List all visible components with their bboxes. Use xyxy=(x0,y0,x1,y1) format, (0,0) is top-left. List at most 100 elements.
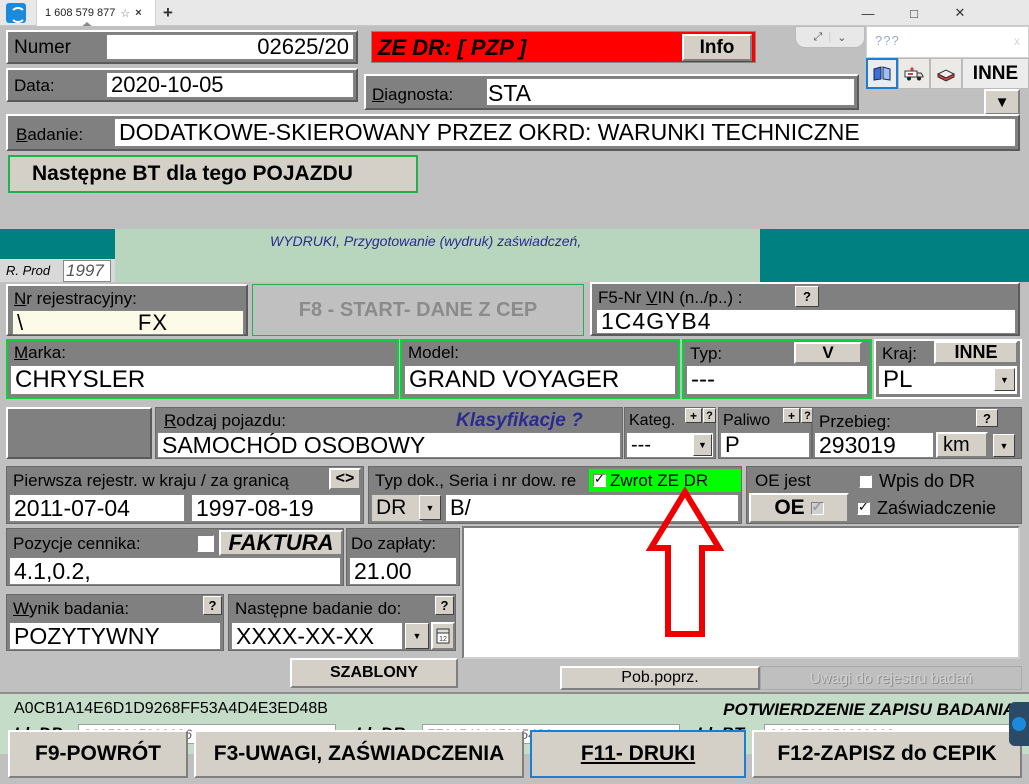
oe-checkbox[interactable] xyxy=(811,502,824,515)
zwrot-checkbox-box[interactable] xyxy=(593,474,606,487)
window-close-button[interactable]: ✕ xyxy=(937,0,983,26)
rprod-value[interactable]: 1997 xyxy=(63,260,111,282)
search-clear-icon[interactable]: x xyxy=(1014,34,1020,48)
close-icon[interactable]: × xyxy=(135,7,141,19)
window-minimize-button[interactable]: — xyxy=(845,0,891,26)
info-button[interactable]: Info xyxy=(682,34,752,61)
uwagi-rejestru-button: Uwagi do rejestru badań xyxy=(760,666,1022,690)
teamviewer-side-icon xyxy=(1012,717,1026,731)
data-input[interactable]: 2020-10-05 xyxy=(106,72,354,98)
kateg-label: Kateg. xyxy=(629,412,675,430)
f9-powrot-button[interactable]: F9-POWRÓT xyxy=(8,730,188,778)
paliwo-plus-button[interactable]: + xyxy=(783,408,800,423)
oe-button[interactable]: OE xyxy=(749,493,849,523)
zwrot-ze-dr-checkbox[interactable]: Zwrot ZE DR xyxy=(589,469,741,492)
typ-label: Typ: xyxy=(690,344,722,364)
teal-block-left xyxy=(0,229,115,259)
f8-cep-button[interactable]: F8 - START- DANE Z CEP xyxy=(252,284,584,336)
pob-poprz-button[interactable]: Pob.poprz. xyxy=(560,666,760,690)
marka-field-group: Marka: CHRYSLER xyxy=(6,339,399,399)
wynik-input[interactable]: POZYTYWNY xyxy=(9,622,221,650)
search-box[interactable]: ??? x xyxy=(866,26,1029,58)
przebieg-input[interactable]: 293019 xyxy=(814,432,934,458)
f3-uwagi-button[interactable]: F3-UWAGI, ZAŚWIADCZENIA xyxy=(194,730,524,778)
oe-group: OE jest OE Wpis do DR Zaświadczenie xyxy=(746,466,1022,524)
typ-dok-dropdown-arrow[interactable]: ▼ xyxy=(419,495,441,520)
inne-toolbar-button[interactable]: INNE xyxy=(962,58,1029,89)
kateg-help-button[interactable]: ? xyxy=(703,408,716,423)
przebieg-unit-dropdown-arrow[interactable]: ▼ xyxy=(993,434,1015,457)
zaswiadczenie-checkbox[interactable]: Zaświadczenie xyxy=(857,498,996,519)
przebieg-field-group: Przebieg: ? 293019 km ▼ xyxy=(812,407,1022,459)
zaswiadczenie-checkbox-box[interactable] xyxy=(857,502,870,515)
teamviewer-side-tab[interactable] xyxy=(1009,702,1029,746)
przebieg-unit[interactable]: km xyxy=(936,432,988,458)
wynik-help-button[interactable]: ? xyxy=(203,596,222,615)
kateg-field-group: Kateg. + ? --- ▼ xyxy=(624,407,716,459)
star-icon[interactable]: ☆ xyxy=(120,7,130,20)
hash-text: A0CB1A14E6D1D9268FF53A4D4E3ED48B xyxy=(14,700,328,718)
vin-field-group: F5-Nr VIN (n../p..) : ? 1C4GYB4 xyxy=(590,282,1020,336)
nr-rejestracyjny-label: Nr rejestracyjny: xyxy=(14,289,137,309)
tab-title: 1 608 579 877 xyxy=(45,7,115,19)
klasyfikacje-link[interactable]: Klasyfikacje ? xyxy=(456,410,583,432)
kateg-dropdown-arrow[interactable]: ▼ xyxy=(693,434,712,456)
model-field-group: Model: GRAND VOYAGER xyxy=(400,339,680,399)
kateg-plus-button[interactable]: + xyxy=(685,408,702,423)
do-zaplaty-input[interactable]: 21.00 xyxy=(349,557,457,585)
marka-label: Marka: xyxy=(14,343,66,363)
pierwsza-rejestr-group: Pierwsza rejestr. w kraju / za granicą <… xyxy=(6,466,364,524)
new-tab-button[interactable]: + xyxy=(163,4,173,22)
window-maximize-button[interactable]: □ xyxy=(891,0,937,26)
pierwsza-kraj-input[interactable]: 2011-07-04 xyxy=(9,494,185,522)
pozycje-checkbox[interactable] xyxy=(197,535,214,552)
vin-help-button[interactable]: ? xyxy=(795,286,819,307)
wpis-do-dr-checkbox[interactable]: Wpis do DR xyxy=(859,471,975,492)
do-zaplaty-group: Do zapłaty: 21.00 xyxy=(346,528,460,586)
vin-input[interactable]: 1C4GYB4 xyxy=(596,309,1016,334)
f12-zapisz-cepik-button[interactable]: F12-ZAPISZ do CEPIK xyxy=(752,730,1022,778)
nastepne-label: Następne badanie do: xyxy=(235,599,401,619)
expand-icon[interactable]: ⤢ xyxy=(814,31,823,44)
swap-dates-button[interactable]: <> xyxy=(329,468,361,490)
badanie-input[interactable]: DODATKOWE-SKIEROWANY PRZEZ OKRD: WARUNKI… xyxy=(114,118,1016,147)
faktura-button[interactable]: FAKTURA xyxy=(219,530,343,556)
seria-nr-input[interactable]: B/ xyxy=(445,494,739,522)
rodzaj-input[interactable]: SAMOCHÓD OSOBOWY xyxy=(157,432,621,458)
typ-input[interactable]: --- xyxy=(686,365,868,395)
pierwsza-zagranica-input[interactable]: 1997-08-19 xyxy=(191,494,361,522)
browser-tab[interactable]: 1 608 579 877 ☆ × xyxy=(36,0,156,26)
notes-panel[interactable] xyxy=(462,526,1020,659)
f11-druki-button[interactable]: F11- DRUKI xyxy=(530,730,746,778)
bottom-button-bar: F9-POWRÓT F3-UWAGI, ZAŚWIADCZENIA F11- D… xyxy=(8,730,1022,778)
typ-v-button[interactable]: V xyxy=(794,342,862,364)
badanie-field-group: Badanie: DODATKOWE-SKIEROWANY PRZEZ OKRD… xyxy=(6,114,1020,151)
svg-text:12: 12 xyxy=(439,636,447,643)
nastepne-bt-button[interactable]: Następne BT dla tego POJAZDU xyxy=(8,155,418,193)
kraj-inne-button[interactable]: INNE xyxy=(934,341,1018,364)
nr-rejestracyjny-input[interactable]: \ FX xyxy=(12,310,244,335)
calendar-icon[interactable]: 12 xyxy=(431,622,455,650)
numer-input[interactable]: 02625/20 xyxy=(106,34,354,60)
nastepne-dropdown-arrow[interactable]: ▼ xyxy=(405,623,429,649)
pierwsza-rejestr-label: Pierwsza rejestr. w kraju / za granicą xyxy=(13,471,289,491)
szablony-button[interactable]: SZABLONY xyxy=(290,658,458,688)
model-input[interactable]: GRAND VOYAGER xyxy=(404,365,676,395)
kraj-dropdown-arrow[interactable]: ▼ xyxy=(994,368,1015,391)
nastepne-input[interactable]: XXXX-XX-XX xyxy=(231,622,403,650)
oe-jest-label: OE jest xyxy=(755,471,811,491)
nastepne-help-button[interactable]: ? xyxy=(435,596,454,615)
ambulance-icon[interactable] xyxy=(898,58,930,89)
paliwo-input[interactable]: P xyxy=(720,432,810,458)
typ-dok-value[interactable]: DR xyxy=(371,494,423,522)
printer-icon[interactable] xyxy=(930,58,962,89)
pozycje-input[interactable]: 4.1,0.2, xyxy=(9,557,341,585)
marka-input[interactable]: CHRYSLER xyxy=(10,365,395,395)
przebieg-help-button[interactable]: ? xyxy=(976,409,998,427)
wpis-checkbox-box[interactable] xyxy=(859,475,872,488)
book-icon[interactable] xyxy=(866,58,898,89)
wydruki-band: R. Prod 1997 WYDRUKI, Przygotowanie (wyd… xyxy=(0,229,1029,282)
tv-panel-controls[interactable]: ⤢ | ⌄ xyxy=(795,26,865,48)
chevron-down-icon[interactable]: ⌄ xyxy=(837,31,846,44)
toolbar-dropdown-button[interactable]: ▼ xyxy=(984,89,1020,115)
